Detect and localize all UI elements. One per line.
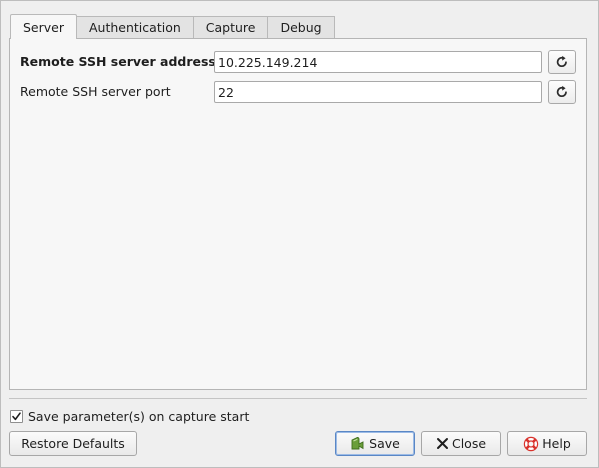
save-on-start-checkbox[interactable] [10,409,23,423]
tab-bar: Server Authentication Capture Debug [10,14,335,39]
restore-defaults-button[interactable]: Restore Defaults [9,431,137,456]
address-label: Remote SSH server address [20,54,216,69]
close-button[interactable]: Close [421,431,501,456]
save-label: Save [369,436,400,451]
separator [9,398,587,399]
restore-defaults-label: Restore Defaults [21,436,125,451]
save-icon [350,436,366,451]
tab-server[interactable]: Server [10,14,77,39]
port-row: Remote SSH server port [10,80,586,104]
tab-debug[interactable]: Debug [268,16,335,38]
help-label: Help [542,436,571,451]
address-reset-button[interactable] [548,50,576,74]
server-settings-panel: Remote SSH server address Remote SSH ser… [9,38,587,390]
address-row: Remote SSH server address [10,50,586,74]
port-reset-button[interactable] [548,80,576,104]
save-on-start-label: Save parameter(s) on capture start [28,408,250,424]
port-input[interactable] [214,81,542,103]
tab-authentication[interactable]: Authentication [77,16,194,38]
checkmark-icon [12,411,21,420]
help-button[interactable]: Help [507,431,587,456]
address-input[interactable] [214,51,542,73]
close-label: Close [451,436,487,451]
close-icon [436,437,449,450]
port-label: Remote SSH server port [20,84,171,99]
tab-capture[interactable]: Capture [193,16,269,38]
save-on-start-option[interactable]: Save parameter(s) on capture start [10,407,249,425]
refresh-icon [555,85,569,99]
save-button[interactable]: Save [335,431,415,456]
help-icon [523,436,539,452]
refresh-icon [555,55,569,69]
